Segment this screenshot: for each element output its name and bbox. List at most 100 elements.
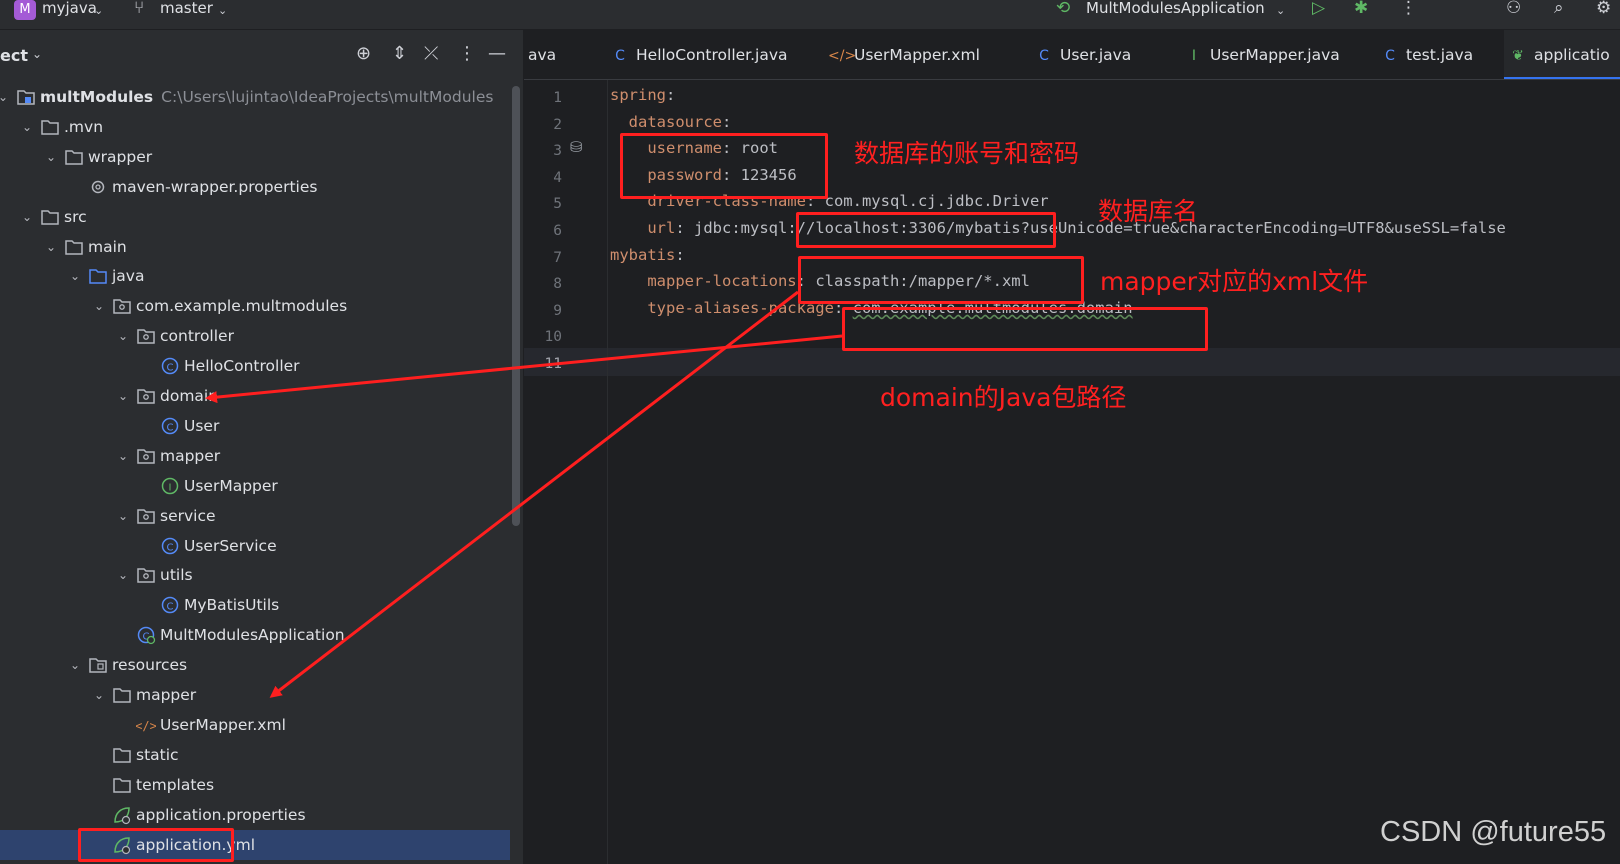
- editor-tab[interactable]: ❦ applicatio: [1504, 30, 1620, 79]
- project-badge[interactable]: M: [14, 0, 36, 20]
- tree-item-label: mapper: [136, 686, 197, 704]
- chevron-down-icon[interactable]: ⌄: [116, 321, 130, 351]
- chevron-down-icon[interactable]: ⌄: [1276, 3, 1285, 19]
- branch-name[interactable]: master: [160, 0, 213, 16]
- tree-item-service[interactable]: ⌄ service: [0, 501, 510, 531]
- package-icon: [136, 321, 156, 351]
- mapper-xml-annotation: mapper对应的xml文件: [1100, 267, 1369, 296]
- collapse-all-icon[interactable]: ⤫: [424, 43, 438, 64]
- spring-run-config-icon: ⟲: [1056, 0, 1071, 18]
- line-number: 3: [553, 143, 562, 160]
- chevron-down-icon[interactable]: ⌄: [20, 112, 34, 142]
- chevron-down-icon[interactable]: ⌄: [68, 650, 82, 680]
- chevron-down-icon[interactable]: ⌄: [116, 441, 130, 471]
- project-header: ect ⌄ ⊕ ⇕ ⤫ ⋮ —: [0, 30, 524, 82]
- debug-icon[interactable]: ✱: [1354, 0, 1368, 17]
- chevron-down-icon[interactable]: ⌄: [116, 501, 130, 531]
- code-line[interactable]: spring:: [610, 86, 675, 104]
- hide-panel-icon[interactable]: —: [488, 43, 506, 64]
- project-tool-window: ect ⌄ ⊕ ⇕ ⤫ ⋮ — ⌄ multModules C:\Users\luj…: [0, 30, 524, 864]
- tree-item-src[interactable]: ⌄ src: [0, 202, 510, 232]
- chevron-down-icon[interactable]: ⌄: [218, 3, 227, 19]
- spring-class-icon: C: [136, 620, 156, 650]
- more-actions-icon[interactable]: ⋮: [1400, 0, 1417, 17]
- locate-file-icon[interactable]: ⊕: [356, 43, 371, 64]
- project-name[interactable]: myjava: [42, 0, 97, 16]
- line-number: 2: [553, 116, 562, 133]
- chevron-down-icon[interactable]: ⌄: [32, 47, 42, 61]
- tree-item-main[interactable]: ⌄ main: [0, 232, 510, 262]
- project-tree-scrollbar[interactable]: [512, 86, 520, 526]
- tree-item-label: service: [160, 506, 216, 525]
- class-icon: C: [160, 351, 180, 381]
- tree-item-label: UserMapper.xml: [160, 715, 286, 734]
- tree-item-resources[interactable]: ⌄ resources: [0, 650, 510, 680]
- tree-item-java[interactable]: ⌄ java: [0, 261, 510, 291]
- tree-item-mapper[interactable]: ⌄ mapper: [0, 680, 510, 710]
- folder-icon: [40, 202, 60, 232]
- line-number: 11: [544, 356, 562, 372]
- editor-tab[interactable]: I UserMapper.java: [1180, 30, 1370, 79]
- tree-item-userservice[interactable]: C UserService: [0, 531, 510, 561]
- tree-item-label: utils: [160, 566, 193, 585]
- tree-item-multmodulesapplication[interactable]: C MultModulesApplication: [0, 620, 510, 650]
- tree-item-utils[interactable]: ⌄ utils: [0, 560, 510, 590]
- yaml-key: url: [610, 219, 676, 237]
- editor-tab[interactable]: C HelloController.java: [606, 30, 818, 79]
- tree-item-user[interactable]: C User: [0, 411, 510, 441]
- editor-gutter: ⛁ 1 2 3 4 5 6 7 8 9 10 11: [524, 80, 608, 864]
- chevron-down-icon[interactable]: ⌄: [44, 232, 58, 262]
- tree-item-wrapper[interactable]: ⌄ wrapper: [0, 142, 510, 172]
- tree-item-templates[interactable]: templates: [0, 770, 510, 800]
- svg-text:I: I: [169, 482, 172, 493]
- options-menu-icon[interactable]: ⋮: [458, 43, 476, 64]
- run-icon[interactable]: ▷: [1312, 0, 1325, 17]
- code-line[interactable]: mybatis:: [610, 246, 685, 264]
- code-line[interactable]: url: jdbc:mysql://localhost:3306/mybatis…: [610, 219, 1506, 237]
- project-panel-title[interactable]: ect: [0, 46, 28, 65]
- tree-item-usermapper-xml[interactable]: </> UserMapper.xml: [0, 710, 510, 740]
- tree-item-controller[interactable]: ⌄ controller: [0, 321, 510, 351]
- editor-tab[interactable]: </>UserMapper.xml: [824, 30, 1010, 79]
- expand-all-icon[interactable]: ⇕: [392, 43, 407, 64]
- branch-icon[interactable]: ⑂: [134, 0, 144, 17]
- search-icon[interactable]: ⌕: [1554, 0, 1564, 17]
- code-line[interactable]: datasource:: [610, 113, 732, 131]
- tree-item-application-properties[interactable]: application.properties: [0, 800, 510, 830]
- editor-tab[interactable]: Ctest.java: [1376, 30, 1503, 79]
- chevron-down-icon[interactable]: ⌄: [92, 291, 106, 321]
- tree-item-label: MyBatisUtils: [184, 596, 280, 615]
- chevron-down-icon[interactable]: ⌄: [68, 261, 82, 291]
- editor-tab[interactable]: C User.java: [1030, 30, 1161, 79]
- tree-item-maven-wrapper-properties[interactable]: maven-wrapper.properties: [0, 172, 510, 202]
- line-number: 4: [553, 169, 562, 186]
- tree-item-static[interactable]: static: [0, 740, 510, 770]
- tree-item-multmodules[interactable]: ⌄ multModules C:\Users\lujintao\IdeaProjec…: [0, 82, 510, 112]
- chevron-down-icon[interactable]: ⌄: [44, 142, 58, 172]
- tree-item-com-example-multmodules[interactable]: ⌄ com.example.multmodules: [0, 291, 510, 321]
- tree-item-usermapper[interactable]: I UserMapper: [0, 471, 510, 501]
- run-config-name[interactable]: MultModulesApplication: [1086, 0, 1265, 16]
- settings-gear-icon[interactable]: ⚙: [1596, 0, 1611, 17]
- yaml-key: mapper-locations: [610, 272, 797, 291]
- tree-item-mapper[interactable]: ⌄ mapper: [0, 441, 510, 471]
- tree-item-label: wrapper: [88, 147, 153, 166]
- tree-item-mvn[interactable]: ⌄ .mvn: [0, 112, 510, 142]
- resource-folder-icon: [88, 650, 108, 680]
- tree-item-application-yml[interactable]: application.yml: [0, 829, 510, 860]
- chevron-down-icon[interactable]: ⌄: [94, 3, 103, 19]
- chevron-down-icon[interactable]: ⌄: [116, 381, 130, 411]
- chevron-down-icon[interactable]: ⌄: [0, 82, 10, 112]
- tree-item-mybatisutils[interactable]: C MyBatisUtils: [0, 590, 510, 620]
- chevron-down-icon[interactable]: ⌄: [92, 680, 106, 710]
- tree-item-domain[interactable]: ⌄ domain: [0, 381, 510, 411]
- chevron-down-icon[interactable]: ⌄: [20, 202, 34, 232]
- line-number: 7: [553, 249, 562, 266]
- editor-tab[interactable]: ava: [524, 30, 586, 79]
- database-icon[interactable]: ⛁: [570, 138, 583, 156]
- package-icon: [136, 441, 156, 471]
- add-user-icon[interactable]: ⚇: [1506, 0, 1521, 17]
- chevron-down-icon[interactable]: ⌄: [116, 560, 130, 590]
- tree-item-hellocontroller[interactable]: C HelloController: [0, 351, 510, 381]
- svg-text:C: C: [167, 542, 174, 553]
